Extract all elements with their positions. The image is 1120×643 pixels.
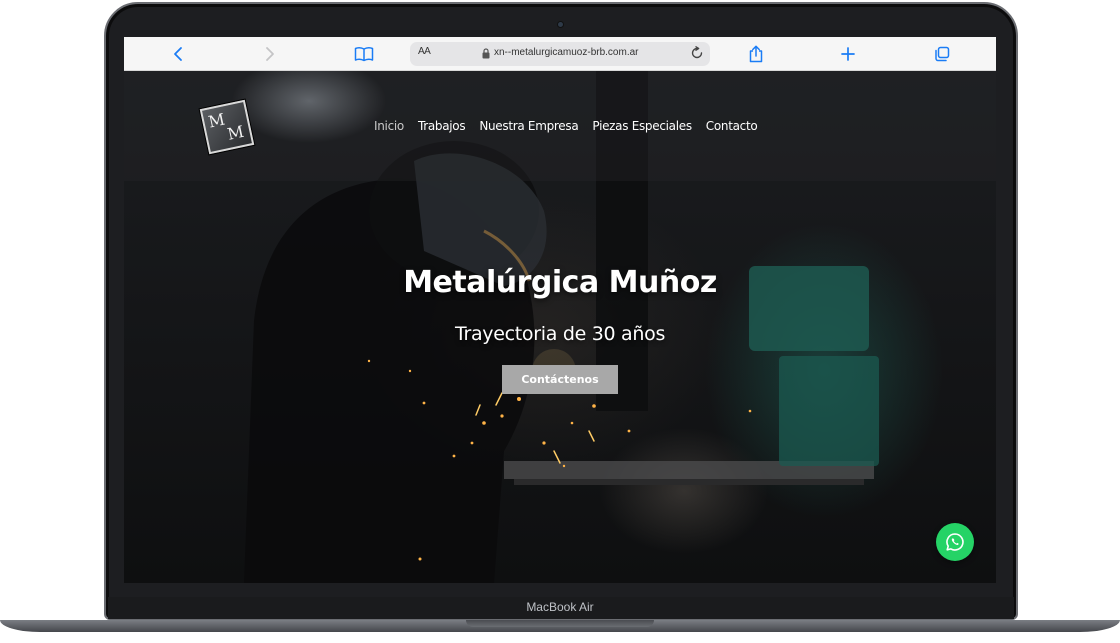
new-tab-button[interactable] xyxy=(836,43,860,65)
site-logo[interactable]: M M xyxy=(199,99,255,155)
laptop-screen: AA xn--metalurgicamuoz-brb.com.ar M M In… xyxy=(124,37,996,583)
contact-button[interactable]: Contáctenos xyxy=(502,365,618,394)
text-size-button[interactable]: AA xyxy=(418,46,431,57)
website-hero: M M Inicio Trabajos Nuestra Empresa Piez… xyxy=(124,71,996,583)
nav-item-piezas-especiales[interactable]: Piezas Especiales xyxy=(592,119,692,133)
tabs-button[interactable] xyxy=(930,43,954,65)
device-label: MacBook Air xyxy=(526,600,594,614)
laptop-base-notch xyxy=(466,620,654,627)
main-nav: Inicio Trabajos Nuestra Empresa Piezas E… xyxy=(374,119,758,133)
nav-item-trabajos[interactable]: Trabajos xyxy=(418,119,466,133)
hero-subtitle: Trayectoria de 30 años xyxy=(454,323,666,345)
nav-item-inicio[interactable]: Inicio xyxy=(374,119,404,133)
back-button[interactable] xyxy=(166,43,190,65)
whatsapp-icon xyxy=(946,533,964,551)
chevron-right-icon xyxy=(266,47,274,61)
address-bar[interactable]: AA xn--metalurgicamuoz-brb.com.ar xyxy=(410,42,710,66)
logo-letter-bottom: M xyxy=(225,121,246,144)
nav-item-nuestra-empresa[interactable]: Nuestra Empresa xyxy=(479,119,578,133)
nav-item-contacto[interactable]: Contacto xyxy=(706,119,758,133)
reload-icon[interactable] xyxy=(690,46,704,60)
book-icon xyxy=(354,47,374,62)
share-icon xyxy=(749,45,763,63)
tabs-icon xyxy=(935,46,950,62)
share-button[interactable] xyxy=(744,43,768,65)
camera-icon xyxy=(558,22,563,27)
laptop-frame: AA xn--metalurgicamuoz-brb.com.ar M M In… xyxy=(0,0,1120,643)
url-text: xn--metalurgicamuoz-brb.com.ar xyxy=(494,47,639,58)
whatsapp-button[interactable] xyxy=(936,523,974,561)
lock-icon xyxy=(482,48,490,59)
browser-toolbar: AA xn--metalurgicamuoz-brb.com.ar xyxy=(124,37,996,71)
plus-icon xyxy=(841,47,855,61)
logo-letter-top: M xyxy=(206,109,227,132)
hero-title: Metalúrgica Muñoz xyxy=(403,265,717,300)
bookmarks-button[interactable] xyxy=(352,43,376,65)
forward-button[interactable] xyxy=(258,43,282,65)
chevron-left-icon xyxy=(174,47,182,61)
